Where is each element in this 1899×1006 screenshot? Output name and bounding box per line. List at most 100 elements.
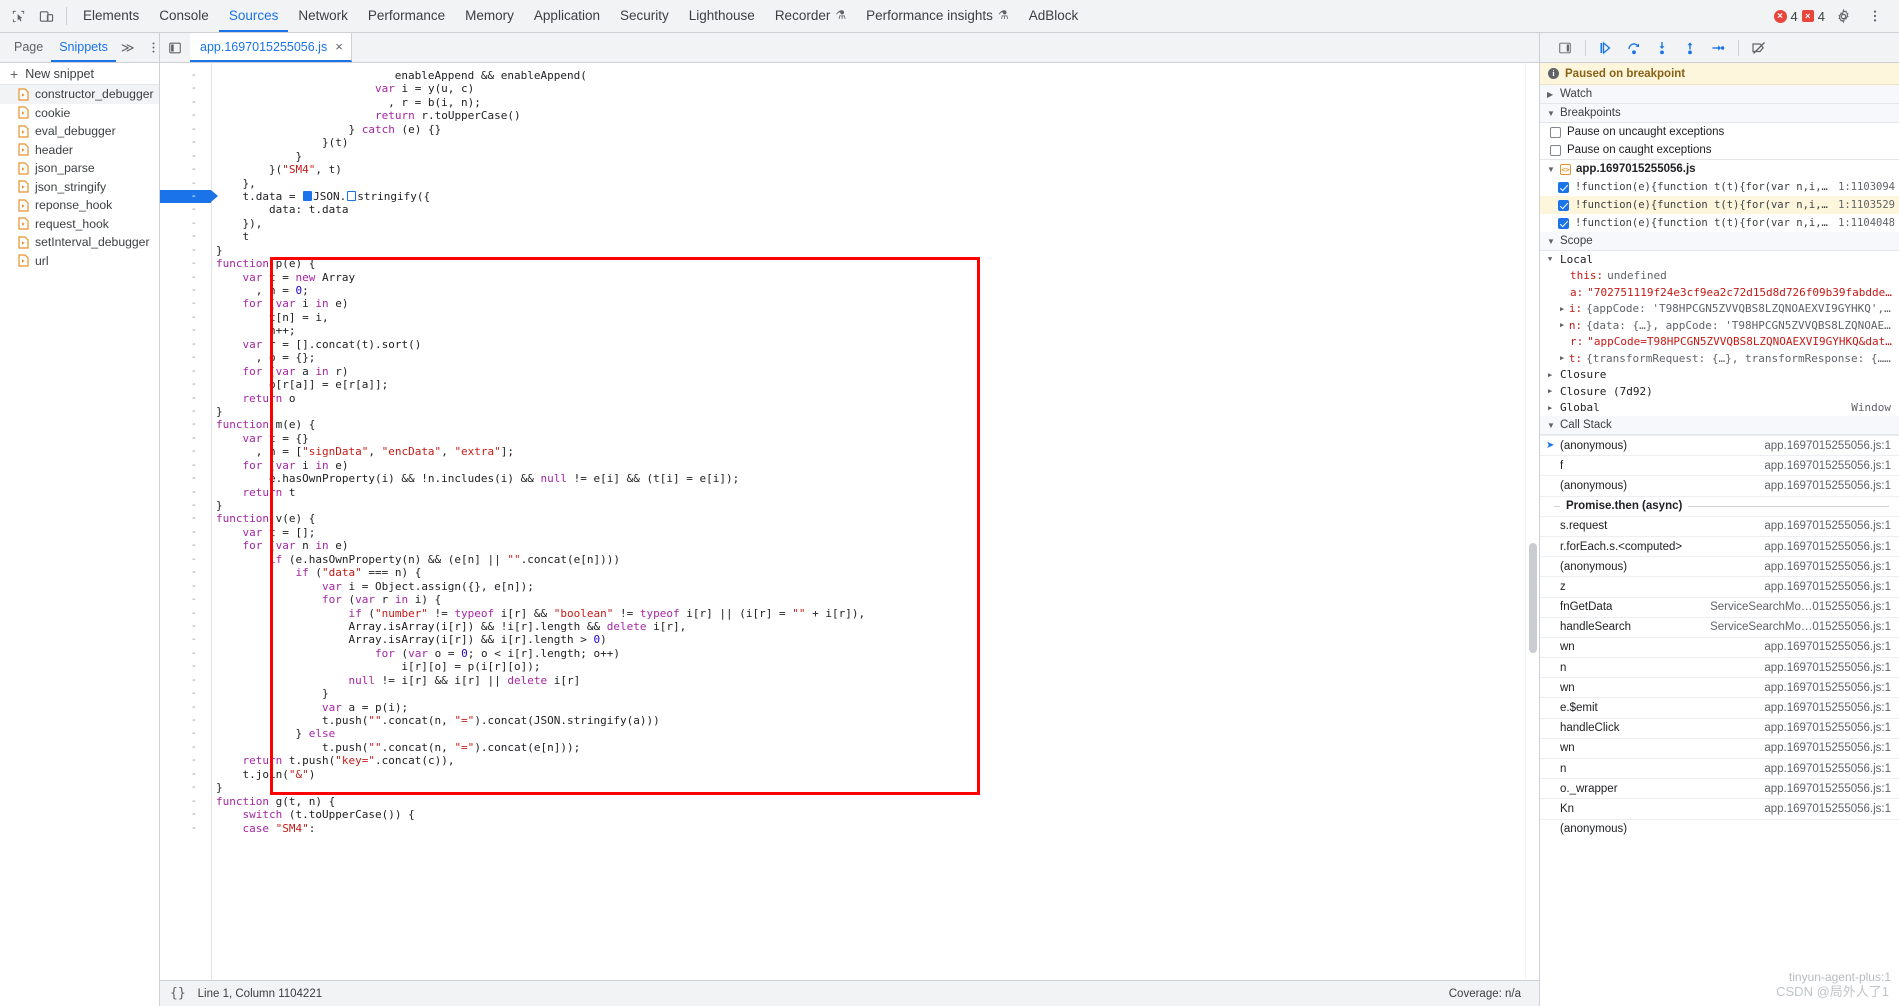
line-number[interactable]: -: [160, 566, 211, 579]
line-number[interactable]: -: [160, 445, 211, 458]
code-line[interactable]: i[r][o] = p(i[r][o]);: [212, 660, 1525, 673]
code-line[interactable]: var a = p(i);: [212, 701, 1525, 714]
code-line[interactable]: }(t): [212, 136, 1525, 149]
line-number[interactable]: -: [160, 795, 211, 808]
line-number[interactable]: -: [160, 230, 211, 243]
line-number[interactable]: -: [160, 687, 211, 700]
line-number[interactable]: -: [160, 432, 211, 445]
code-line[interactable]: for (var i in e): [212, 297, 1525, 310]
snippet-item[interactable]: setInterval_debugger: [0, 233, 159, 252]
chevron-right-icon[interactable]: ▶: [1560, 305, 1565, 313]
code-line[interactable]: n++;: [212, 324, 1525, 337]
call-stack-row[interactable]: wn app.1697015255056.js:1: [1540, 737, 1899, 758]
line-number[interactable]: -: [160, 150, 211, 163]
code-line[interactable]: , n = ["signData", "encData", "extra"];: [212, 445, 1525, 458]
step-into-icon[interactable]: [1649, 36, 1675, 60]
checkbox[interactable]: [1550, 126, 1561, 138]
code-line[interactable]: data: t.data: [212, 203, 1525, 216]
call-stack-row[interactable]: Kn app.1697015255056.js:1: [1540, 798, 1899, 818]
code-line[interactable]: }),: [212, 217, 1525, 230]
call-stack-row[interactable]: o._wrapper app.1697015255056.js:1: [1540, 778, 1899, 798]
line-number[interactable]: -: [160, 351, 211, 364]
code-line[interactable]: for (var o = 0; o < i[r].length; o++): [212, 647, 1525, 660]
code-line[interactable]: }: [212, 499, 1525, 512]
line-number[interactable]: -: [160, 378, 211, 391]
tab-security[interactable]: Security: [610, 0, 679, 32]
checkbox[interactable]: [1558, 181, 1569, 193]
line-number[interactable]: -: [160, 96, 211, 109]
pause-uncaught-exceptions-row[interactable]: Pause on uncaught exceptions: [1540, 123, 1899, 141]
line-number[interactable]: -: [160, 297, 211, 310]
checkbox[interactable]: [1558, 217, 1569, 229]
code-content[interactable]: enableAppend && enableAppend( var i = y(…: [212, 63, 1525, 980]
code-line[interactable]: for (var r in i) {: [212, 593, 1525, 606]
tab-lighthouse[interactable]: Lighthouse: [679, 0, 765, 32]
line-number[interactable]: -: [160, 405, 211, 418]
checkbox[interactable]: [1550, 144, 1561, 156]
line-number[interactable]: -: [160, 647, 211, 660]
code-line[interactable]: }("SM4", t): [212, 163, 1525, 176]
line-number[interactable]: -: [160, 512, 211, 525]
code-line[interactable]: var r = [].concat(t).sort(): [212, 338, 1525, 351]
device-toolbar-icon[interactable]: [32, 3, 60, 29]
line-number[interactable]: -: [160, 526, 211, 539]
step-over-icon[interactable]: [1621, 36, 1647, 60]
call-stack-row[interactable]: (anonymous): [1540, 818, 1899, 839]
code-line[interactable]: t.data = JSON. stringify({: [212, 190, 1525, 203]
code-line[interactable]: if ("number" != typeof i[r] && "boolean"…: [212, 607, 1525, 620]
line-number[interactable]: -: [160, 365, 211, 378]
step-icon[interactable]: [1705, 36, 1731, 60]
code-line[interactable]: Array.isArray(i[r]) && !i[r].length && d…: [212, 620, 1525, 633]
line-number[interactable]: -: [160, 768, 211, 781]
line-number[interactable]: -: [160, 244, 211, 257]
snippet-item[interactable]: json_stringify: [0, 178, 159, 197]
step-out-icon[interactable]: [1677, 36, 1703, 60]
pause-caught-exceptions-row[interactable]: Pause on caught exceptions: [1540, 141, 1899, 159]
code-line[interactable]: for (var i in e): [212, 459, 1525, 472]
tab-recorder[interactable]: Recorder ⚗: [765, 0, 856, 32]
line-number[interactable]: -: [160, 754, 211, 767]
call-stack-section-header[interactable]: ▼ Call Stack: [1540, 416, 1899, 435]
code-line[interactable]: return t: [212, 486, 1525, 499]
tab-performance-insights[interactable]: Performance insights ⚗: [856, 0, 1019, 32]
scope-variable-row[interactable]: r: "appCode=T98HPCGN5ZVVQBS8LZQNOAEXVI9GY…: [1540, 334, 1899, 351]
tab-performance[interactable]: Performance: [358, 0, 455, 32]
nav-tab-page[interactable]: Page: [6, 33, 51, 62]
breakpoint-row[interactable]: !function(e){function t(t){for(var n,i,o…: [1540, 196, 1899, 214]
line-number[interactable]: -: [160, 741, 211, 754]
line-number[interactable]: -: [160, 123, 211, 136]
line-number[interactable]: -: [160, 257, 211, 270]
snippet-item[interactable]: reponse_hook: [0, 196, 159, 215]
line-number[interactable]: -: [160, 203, 211, 216]
call-stack-row[interactable]: wn app.1697015255056.js:1: [1540, 677, 1899, 697]
code-line[interactable]: t: [212, 230, 1525, 243]
snippet-item[interactable]: json_parse: [0, 159, 159, 178]
code-line[interactable]: var t = [];: [212, 526, 1525, 539]
line-number[interactable]: -: [160, 338, 211, 351]
tab-sources[interactable]: Sources: [218, 0, 289, 32]
format-braces-icon[interactable]: {}: [170, 986, 186, 1001]
chevron-right-icon[interactable]: ▶: [1548, 404, 1556, 412]
code-line[interactable]: t[n] = i,: [212, 311, 1525, 324]
snippet-item[interactable]: constructor_debugger: [0, 85, 159, 104]
code-line[interactable]: },: [212, 177, 1525, 190]
call-stack-row[interactable]: (anonymous) app.1697015255056.js:1: [1540, 475, 1899, 495]
line-number[interactable]: -: [160, 593, 211, 606]
scope-group-row[interactable]: ▶ Closure: [1540, 367, 1899, 384]
editor-tab-app-js[interactable]: app.1697015255056.js ×: [190, 33, 352, 62]
line-number[interactable]: -: [160, 472, 211, 485]
code-line[interactable]: null != i[r] && i[r] || delete i[r]: [212, 674, 1525, 687]
line-number[interactable]: -: [160, 324, 211, 337]
line-number[interactable]: -: [160, 727, 211, 740]
scrollbar-thumb[interactable]: [1529, 543, 1537, 653]
warning-count-badge[interactable]: × 4: [1801, 9, 1825, 24]
nav-tab-snippets[interactable]: Snippets: [51, 33, 116, 62]
editor-scroll-area[interactable]: ----------------------------------------…: [160, 63, 1539, 980]
code-line[interactable]: } else: [212, 727, 1525, 740]
scope-local-group[interactable]: ▼ Local: [1540, 251, 1899, 268]
line-number[interactable]: -: [160, 781, 211, 794]
close-icon[interactable]: ×: [335, 39, 343, 54]
snippet-item[interactable]: url: [0, 252, 159, 271]
code-line[interactable]: } catch (e) {}: [212, 123, 1525, 136]
code-line[interactable]: t.join("&"): [212, 768, 1525, 781]
